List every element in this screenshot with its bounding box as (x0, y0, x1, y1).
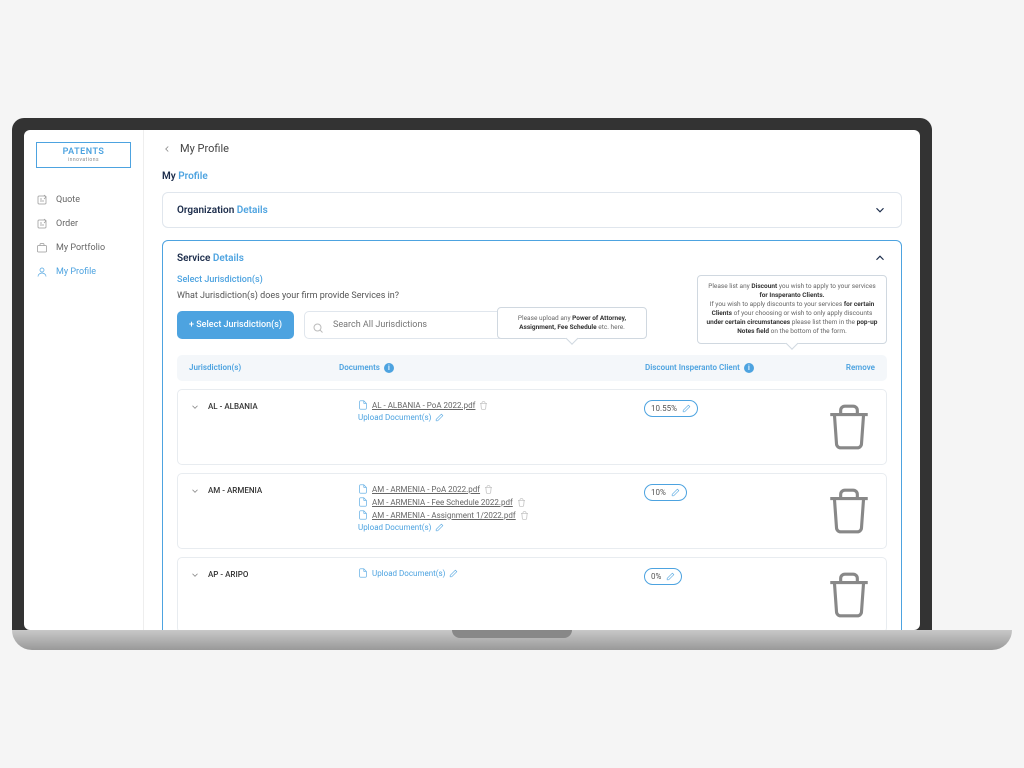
breadcrumb[interactable]: My Profile (162, 142, 902, 155)
upload-documents-link[interactable]: Upload Document(s) (358, 413, 644, 422)
edit-icon (435, 523, 444, 532)
file-icon (358, 497, 368, 507)
edit-icon (682, 404, 691, 413)
sidebar-item-quote[interactable]: Quote (24, 188, 143, 212)
jurisdiction-name: AP - ARIPO (208, 568, 358, 579)
discount-pill[interactable]: 10% (644, 484, 687, 501)
table-header: Jurisdiction(s) Documents i Discount Ins… (177, 355, 887, 381)
trash-icon[interactable] (520, 511, 529, 520)
discount-pill[interactable]: 0% (644, 568, 682, 585)
organization-panel[interactable]: Organization Details (162, 192, 902, 228)
edit-icon (671, 488, 680, 497)
document-link[interactable]: AL - ALBANIA - PoA 2022.pdf (372, 401, 475, 410)
upload-documents-link[interactable]: Upload Document(s) (358, 523, 644, 532)
sidebar: PATENTS innovations Quote Order My Portfol… (24, 130, 144, 630)
profile-icon (36, 266, 48, 278)
sidebar-item-order[interactable]: Order (24, 212, 143, 236)
main-content: My Profile My Profile Organization Detai… (144, 130, 920, 630)
trash-icon[interactable] (517, 498, 526, 507)
trash-icon[interactable] (484, 485, 493, 494)
quote-icon (36, 194, 48, 206)
remove-button[interactable] (824, 445, 874, 454)
sidebar-item-my-portfolio[interactable]: My Portfolio (24, 236, 143, 260)
discount-pill[interactable]: 10.55% (644, 400, 698, 417)
logo: PATENTS innovations (36, 142, 131, 168)
jurisdiction-name: AL - ALBANIA (208, 400, 358, 411)
table-row: AM - ARMENIA AM - ARMENIA - PoA 2022.pdf A… (177, 473, 887, 549)
discount-tooltip: Please list any Discount you wish to app… (697, 275, 887, 344)
page-title: My Profile (162, 171, 902, 182)
file-icon (358, 510, 368, 520)
documents-tooltip: Please upload any Power of Attorney, Ass… (497, 307, 647, 339)
chevron-up-icon (873, 251, 887, 265)
sidebar-item-label: My Profile (56, 267, 96, 277)
document-link[interactable]: AM - ARMENIA - Assignment 1/2022.pdf (372, 511, 516, 520)
trash-icon[interactable] (479, 401, 488, 410)
table-row: AP - ARIPOUpload Document(s)0% (177, 557, 887, 630)
document-link[interactable]: AM - ARMENIA - PoA 2022.pdf (372, 485, 480, 494)
file-icon (358, 568, 368, 578)
chevron-down-icon[interactable] (190, 486, 200, 496)
chevron-down-icon[interactable] (190, 570, 200, 580)
select-jurisdiction-button[interactable]: + Select Jurisdiction(s) (177, 311, 294, 339)
chevron-down-icon (873, 203, 887, 217)
remove-button[interactable] (824, 613, 874, 622)
order-icon (36, 218, 48, 230)
service-panel-header[interactable]: Service Details (177, 251, 887, 265)
sidebar-item-my-profile[interactable]: My Profile (24, 260, 143, 284)
edit-icon (666, 572, 675, 581)
table-row: AL - ALBANIA AL - ALBANIA - PoA 2022.pdf U… (177, 389, 887, 465)
portfolio-icon (36, 242, 48, 254)
service-panel: Service Details Select Jurisdiction(s) W… (162, 240, 902, 630)
file-icon (358, 484, 368, 494)
sidebar-item-label: My Portfolio (56, 243, 105, 253)
file-icon (358, 400, 368, 410)
info-icon[interactable]: i (744, 363, 754, 373)
sidebar-item-label: Order (56, 219, 78, 229)
edit-icon (449, 569, 458, 578)
document-link[interactable]: AM - ARMENIA - Fee Schedule 2022.pdf (372, 498, 513, 507)
search-icon (312, 319, 324, 331)
sidebar-item-label: Quote (56, 195, 80, 205)
jurisdiction-name: AM - ARMENIA (208, 484, 358, 495)
search-input[interactable] (304, 311, 504, 339)
chevron-down-icon[interactable] (190, 402, 200, 412)
upload-documents-link[interactable]: Upload Document(s) (358, 568, 644, 578)
info-icon[interactable]: i (384, 363, 394, 373)
edit-icon (435, 413, 444, 422)
remove-button[interactable] (824, 529, 874, 538)
